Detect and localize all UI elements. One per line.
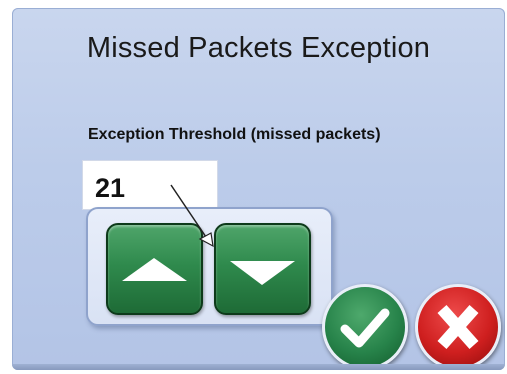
threshold-input[interactable]: 21 bbox=[82, 160, 218, 210]
threshold-label: Exception Threshold (missed packets) bbox=[88, 126, 381, 143]
x-icon bbox=[437, 305, 479, 349]
triangle-down-icon bbox=[230, 261, 295, 285]
decrement-button[interactable] bbox=[214, 223, 311, 315]
dialog-title: Missed Packets Exception bbox=[86, 32, 431, 64]
cancel-button[interactable] bbox=[415, 284, 501, 370]
checkmark-icon bbox=[340, 308, 390, 348]
increment-button[interactable] bbox=[106, 223, 203, 315]
triangle-up-icon bbox=[122, 258, 187, 281]
missed-packets-dialog: Missed Packets Exception Exception Thres… bbox=[12, 8, 505, 370]
spinner-panel bbox=[86, 207, 333, 326]
ok-button[interactable] bbox=[322, 284, 408, 370]
